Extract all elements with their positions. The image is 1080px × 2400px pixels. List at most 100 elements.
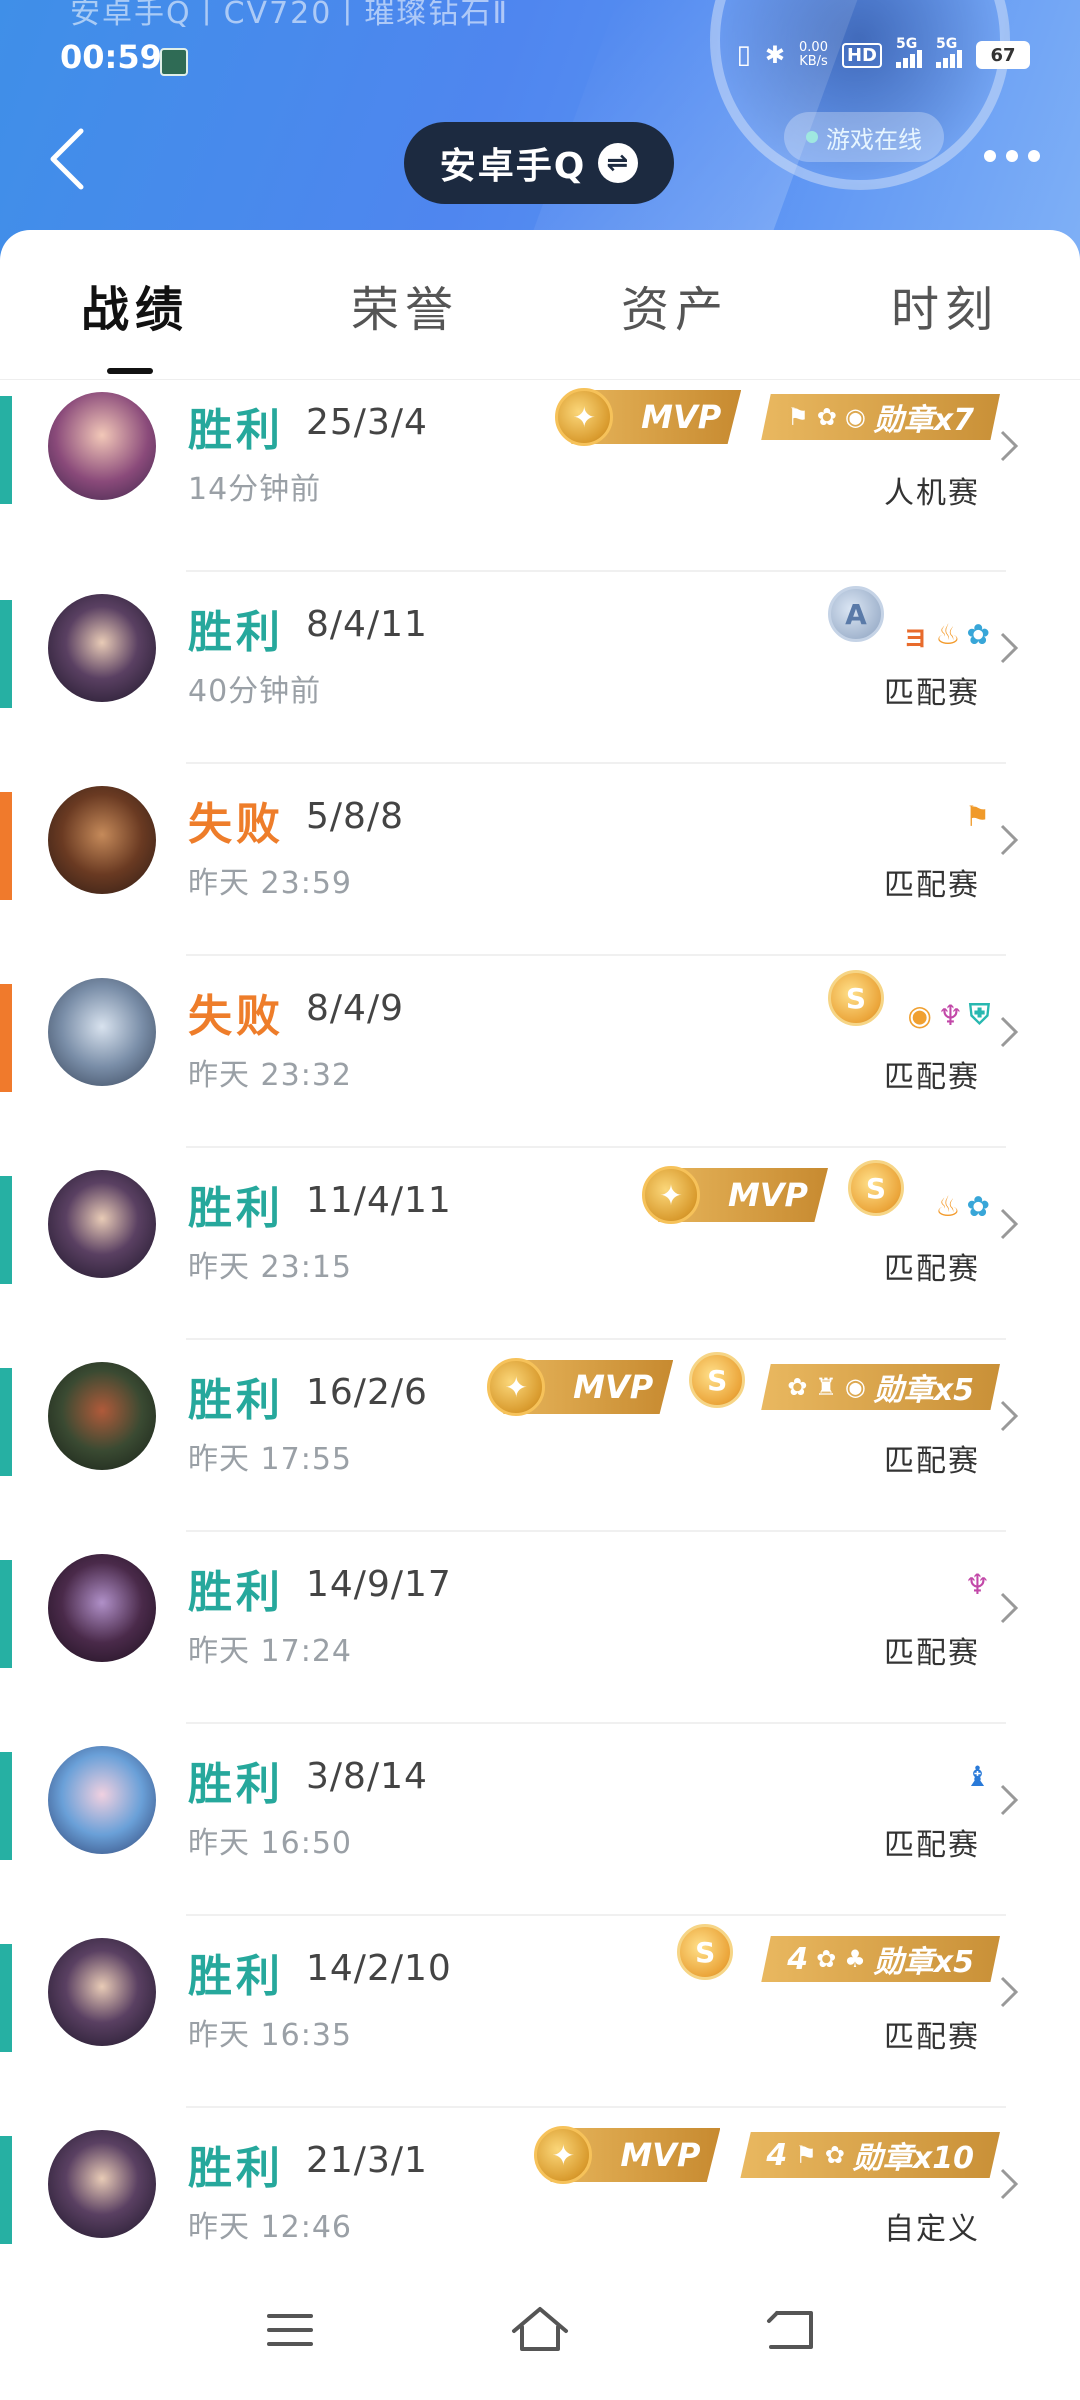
swap-icon: ⇌ xyxy=(598,143,639,183)
chevron-right-icon xyxy=(1000,1208,1019,1240)
hero-avatar xyxy=(48,978,156,1086)
menu-button[interactable] xyxy=(255,2295,325,2365)
hero-avatar xyxy=(48,1554,156,1662)
status-time: 00:59 xyxy=(60,38,162,76)
match-badges: A xyxy=(828,586,884,642)
match-row[interactable]: 胜利 16/2/6 昨天 17:55 匹配赛 ✦ MVP S ✿ ♜ ◉ 勋章x… xyxy=(0,1340,1080,1532)
match-time: 昨天 17:55 xyxy=(188,1442,352,1477)
match-kda: 11/4/11 xyxy=(306,1180,452,1221)
tab-honor[interactable]: 荣誉 xyxy=(270,270,540,340)
lotus-icon: ✿ xyxy=(787,1373,808,1401)
match-badges: ✦ MVP 4 ⚑ ✿ 勋章x10 xyxy=(534,2126,1000,2184)
match-row[interactable]: 胜利 14/2/10 昨天 16:35 匹配赛 S 4 ✿ ♣ 勋章x5 xyxy=(0,1916,1080,2108)
win-indicator-bar xyxy=(0,600,12,708)
match-kda: 8/4/9 xyxy=(306,988,404,1029)
match-row[interactable]: 胜利 25/3/4 14分钟前 人机赛 ✦ MVP ⚑ ✿ ◉ 勋章x7 xyxy=(0,380,1080,572)
coin-stack-icon: ◉ xyxy=(844,1373,866,1401)
hero-avatar xyxy=(48,1938,156,2046)
return-icon xyxy=(767,2311,813,2349)
account-switch-button[interactable]: 安卓手Q ⇌ xyxy=(404,122,674,204)
shield-icon: ⛨ xyxy=(968,998,990,1031)
match-time: 40分钟前 xyxy=(188,674,322,709)
online-dot-icon xyxy=(806,131,818,143)
match-result: 失败 xyxy=(188,799,284,850)
match-time: 昨天 16:35 xyxy=(188,2018,352,2053)
medal-badge: ✿ ♜ ◉ 勋章x5 xyxy=(761,1364,1000,1410)
hd-voice-icon: HD xyxy=(841,42,882,68)
match-result: 胜利 xyxy=(188,1951,284,2002)
account-title: 安卓手Q xyxy=(439,146,587,187)
mvp-coin-icon: ✦ xyxy=(487,1358,546,1416)
tab-assets[interactable]: 资产 xyxy=(540,270,810,340)
match-kda: 14/9/17 xyxy=(306,1564,452,1605)
flag-icon: ⚑ xyxy=(787,403,809,431)
match-row[interactable]: 胜利 11/4/11 昨天 23:15 匹配赛 ✦ MVP S ♨ ✿ xyxy=(0,1148,1080,1340)
match-result: 失败 xyxy=(188,991,284,1042)
more-dot-icon xyxy=(1006,150,1018,162)
demon-icon: ♆ xyxy=(937,998,963,1032)
win-indicator-bar xyxy=(0,1368,12,1476)
mvp-badge: ✦ MVP xyxy=(487,1358,674,1416)
match-mode: 匹配赛 xyxy=(884,676,980,711)
tree-icon: ♣ xyxy=(844,1945,866,1973)
vibrate-icon: ▯ xyxy=(736,40,751,70)
match-row[interactable]: 失败 8/4/9 昨天 23:32 匹配赛 S ◉ ♆ ⛨ xyxy=(0,956,1080,1148)
status-bar-icons: ▯ ✱ 0.00 KB/s HD 5G 5G 67 xyxy=(736,36,1030,70)
match-kda: 3/8/14 xyxy=(306,1756,428,1797)
signal-icon-2: 5G xyxy=(936,36,962,68)
tab-record[interactable]: 战绩 xyxy=(0,270,270,374)
a-rank-coin-icon: A xyxy=(828,586,884,642)
home-icon xyxy=(512,2307,568,2351)
match-mode: 匹配赛 xyxy=(884,1636,980,1671)
online-status-badge: 游戏在线 xyxy=(784,112,944,162)
match-mode: 人机赛 xyxy=(884,476,980,511)
back-button[interactable] xyxy=(42,124,92,194)
match-row[interactable]: 胜利 3/8/14 昨天 16:50 匹配赛 ♝ xyxy=(0,1724,1080,1916)
chevron-right-icon xyxy=(1000,1592,1019,1624)
medal-prefix: 4 xyxy=(766,2137,788,2173)
medal-count: 勋章x7 xyxy=(873,403,974,438)
match-badges: ✦ MVP S xyxy=(642,1160,904,1224)
win-indicator-bar xyxy=(0,1944,12,2052)
network-speed: 0.00 KB/s xyxy=(799,41,828,69)
lotus-icon: ✿ xyxy=(816,1945,837,1973)
more-options-button[interactable] xyxy=(984,150,1040,162)
tab-moments[interactable]: 时刻 xyxy=(810,270,1080,340)
match-badges: ✦ MVP S ✿ ♜ ◉ 勋章x5 xyxy=(487,1352,1000,1416)
match-mode: 自定义 xyxy=(884,2212,980,2247)
menu-icon xyxy=(267,2314,313,2346)
back-nav-button[interactable] xyxy=(755,2295,825,2365)
loss-indicator-bar xyxy=(0,792,12,900)
match-result: 胜利 xyxy=(188,1759,284,1810)
match-row[interactable]: 失败 5/8/8 昨天 23:59 匹配赛 ⚑ xyxy=(0,764,1080,956)
match-badges: ✦ MVP ⚑ ✿ ◉ 勋章x7 xyxy=(555,388,1000,446)
home-button[interactable] xyxy=(505,2295,575,2365)
header-ticker: 安卓手Q丨CV720丨璀璨钻石Ⅱ xyxy=(70,0,510,31)
triple-kill-icon: ョ xyxy=(901,619,930,652)
match-row[interactable]: 胜利 14/9/17 昨天 17:24 匹配赛 ♆ xyxy=(0,1532,1080,1724)
match-kda: 5/8/8 xyxy=(306,796,404,837)
mvp-badge: ✦ MVP xyxy=(555,388,742,446)
bluetooth-icon: ✱ xyxy=(764,41,786,69)
match-kda: 21/3/1 xyxy=(306,2140,428,2181)
match-result: 胜利 xyxy=(188,1375,284,1426)
tab-bar: 战绩 荣誉 资产 时刻 xyxy=(0,230,1080,380)
network-speed-unit: KB/s xyxy=(799,54,828,69)
achievement-icons: ♨ ✿ xyxy=(935,1190,990,1223)
chevron-right-icon xyxy=(1000,2168,1019,2200)
lotus-icon: ✿ xyxy=(824,2141,845,2169)
win-indicator-bar xyxy=(0,1560,12,1668)
match-history-list: 胜利 25/3/4 14分钟前 人机赛 ✦ MVP ⚑ ✿ ◉ 勋章x7 胜利 … xyxy=(0,380,1080,2300)
fire-icon: ♨ xyxy=(935,617,961,651)
flag-icon: ⚑ xyxy=(795,2141,817,2169)
chess-icon: ♝ xyxy=(964,1760,990,1793)
match-time: 昨天 17:24 xyxy=(188,1634,352,1669)
win-indicator-bar xyxy=(0,2136,12,2244)
hero-avatar xyxy=(48,1170,156,1278)
mvp-badge: ✦ MVP xyxy=(534,2126,721,2184)
achievement-icons: ♝ xyxy=(965,1760,990,1793)
tower-icon: ♜ xyxy=(815,1373,837,1401)
match-row[interactable]: 胜利 8/4/11 40分钟前 匹配赛 A ョ ♨ ✿ xyxy=(0,572,1080,764)
medal-count: 勋章x5 xyxy=(873,1373,974,1408)
match-time: 14分钟前 xyxy=(188,472,322,507)
